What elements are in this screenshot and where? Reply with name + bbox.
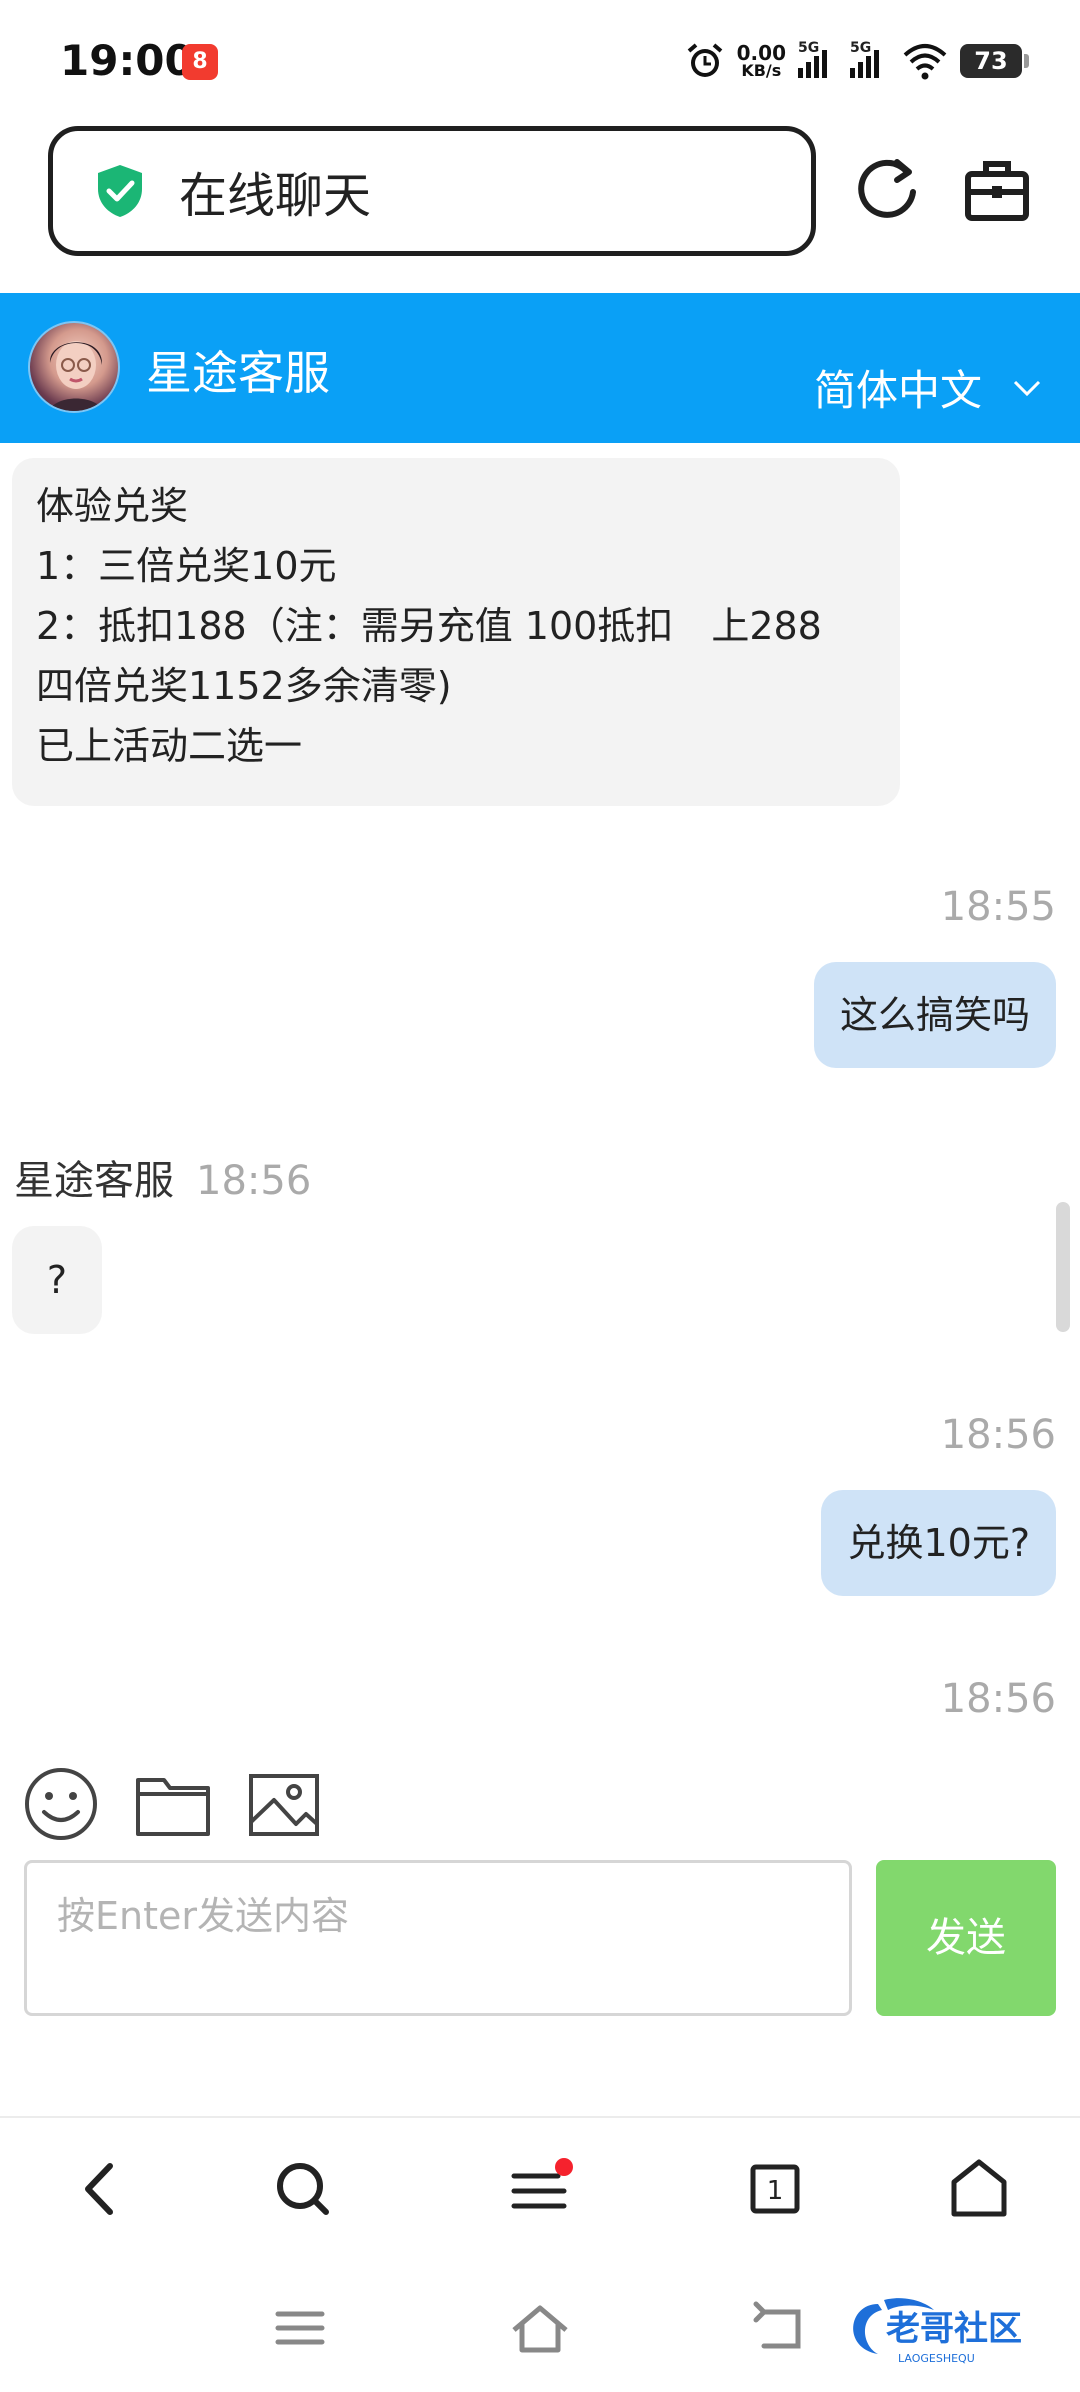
message-line: 四倍兑奖1152多余清零) (36, 664, 452, 708)
watermark-text: 老哥社区 (886, 2309, 1022, 2349)
search-icon[interactable] (268, 2154, 338, 2224)
wifi-icon (903, 44, 947, 80)
message-line: 2：抵扣188（注：需另充值 100抵扣 上288 (36, 604, 822, 648)
message-bubble-incoming: ? (12, 1226, 102, 1334)
app-notification-icon: 8 (182, 44, 218, 80)
sender-time: 18:56 (196, 1158, 312, 1204)
agent-avatar (28, 321, 120, 413)
net-speed: 0.00 KB/s (737, 43, 786, 79)
status-time: 19:00 (60, 36, 194, 85)
language-select[interactable]: 简体中文 (814, 357, 1042, 418)
recents-icon[interactable] (268, 2298, 332, 2358)
message-input[interactable] (24, 1860, 852, 2016)
message-line: 体验兑奖 (36, 484, 189, 528)
back-icon[interactable] (66, 2154, 136, 2224)
avatar-portrait-icon (49, 341, 103, 411)
alarm-icon (687, 43, 722, 77)
tab-count: 1 (767, 2176, 784, 2206)
net-speed-value: 0.00 (736, 41, 786, 65)
home-icon[interactable] (508, 2298, 572, 2358)
message-bubble-incoming: 体验兑奖 1：三倍兑奖10元 2：抵扣188（注：需另充值 100抵扣 上288… (12, 458, 900, 806)
toolbox-icon[interactable] (962, 150, 1032, 230)
message-timestamp: 18:56 (940, 1676, 1056, 1722)
refresh-icon[interactable] (853, 150, 923, 230)
back-icon[interactable] (748, 2298, 812, 2358)
signal-label-2: 5G (850, 40, 872, 56)
status-indicators: 0.00 KB/s 5G 5G 73 (685, 36, 1029, 86)
scrollbar[interactable] (1056, 1202, 1070, 1332)
browser-bottom-bar: 1 (0, 2116, 1080, 2266)
net-speed-unit: KB/s (741, 61, 782, 80)
battery-indicator: 73 (960, 44, 1029, 78)
image-icon[interactable] (246, 1766, 324, 1842)
message-line: 1：三倍兑奖10元 (36, 544, 337, 588)
message-timestamp: 18:56 (940, 1412, 1056, 1458)
home-icon[interactable] (944, 2154, 1014, 2224)
tabs-icon[interactable]: 1 (740, 2154, 810, 2224)
signal-icon-2: 5G (850, 40, 890, 78)
emoji-icon[interactable] (22, 1766, 100, 1842)
signal-icon-1: 5G (798, 40, 838, 78)
page-title: 在线聊天 (179, 168, 372, 224)
sender-line: 星途客服 18:56 (14, 1148, 311, 1206)
notification-dot (555, 2158, 573, 2176)
message-line: 已上活动二选一 (36, 724, 303, 768)
language-label: 简体中文 (813, 366, 982, 415)
agent-name: 星途客服 (146, 346, 330, 400)
folder-icon[interactable] (134, 1766, 212, 1842)
message-timestamp: 18:55 (940, 884, 1056, 930)
sender-name: 星途客服 (14, 1158, 174, 1204)
status-bar: 19:00 8 0.00 KB/s 5G 5G 73 (0, 0, 1080, 120)
watermark-subtext: LAOGESHEQU (898, 2352, 975, 2365)
message-bubble-outgoing: 兑换10元? (821, 1490, 1056, 1596)
watermark-logo: 老哥社区 LAOGESHEQU (853, 2298, 1022, 2365)
shield-check-icon (98, 165, 142, 217)
menu-icon[interactable] (504, 2154, 574, 2224)
message-bubble-outgoing: 这么搞笑吗 (813, 962, 1056, 1068)
chevron-down-icon (1013, 380, 1041, 396)
send-button[interactable]: 发送 (876, 1860, 1056, 2016)
address-bar[interactable]: 在线聊天 (48, 126, 816, 256)
signal-label-1: 5G (798, 40, 820, 56)
chat-header: 星途客服 简体中文 (0, 293, 1080, 443)
